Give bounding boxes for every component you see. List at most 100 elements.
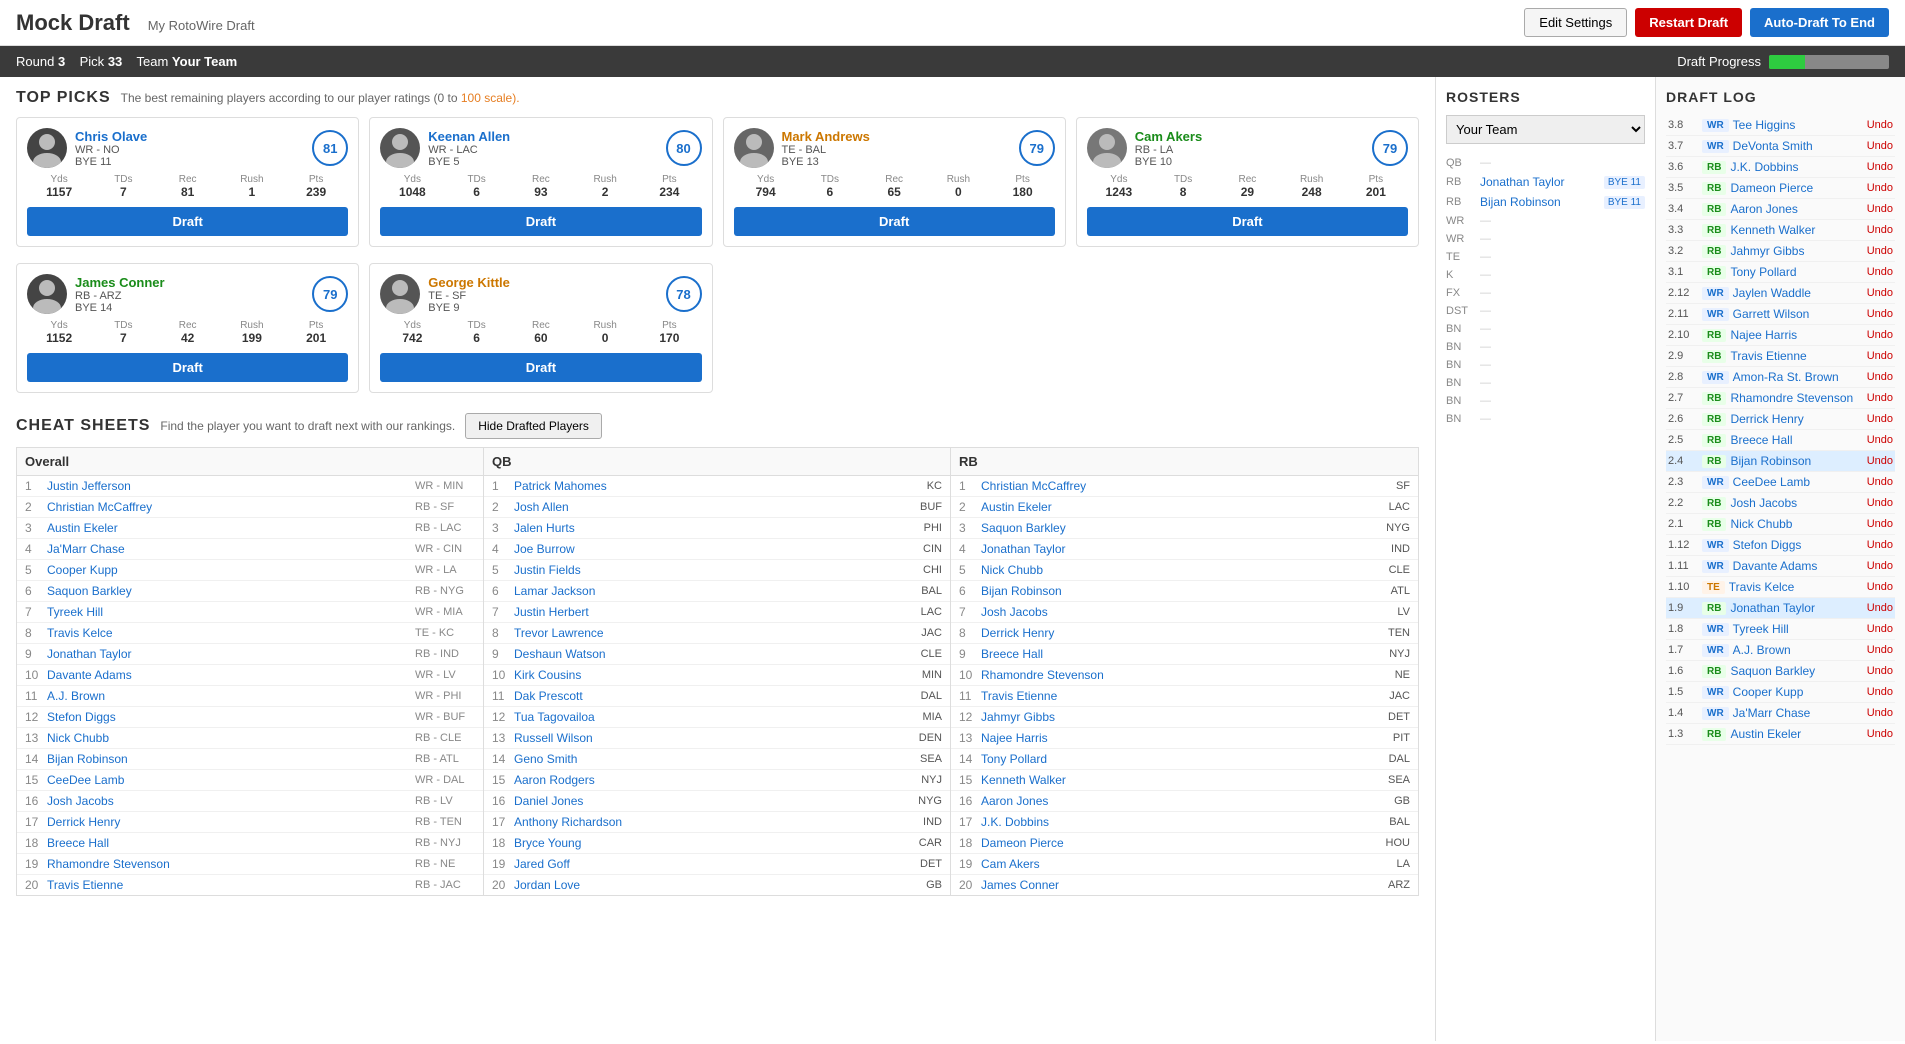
cheat-player-name[interactable]: Derrick Henry [47, 815, 415, 829]
draft-button[interactable]: Draft [27, 207, 348, 236]
restart-draft-button[interactable]: Restart Draft [1635, 8, 1742, 37]
team-select[interactable]: Your Team [1446, 115, 1645, 144]
cheat-player-name[interactable]: Josh Jacobs [981, 605, 1360, 619]
cheat-player-name[interactable]: Dak Prescott [514, 689, 892, 703]
cheat-player-name[interactable]: Bryce Young [514, 836, 892, 850]
undo-button[interactable]: Undo [1867, 581, 1893, 593]
cheat-player-name[interactable]: Bijan Robinson [47, 752, 415, 766]
undo-button[interactable]: Undo [1867, 308, 1893, 320]
cheat-player-name[interactable]: Saquon Barkley [47, 584, 415, 598]
cheat-player-name[interactable]: J.K. Dobbins [981, 815, 1360, 829]
undo-button[interactable]: Undo [1867, 497, 1893, 509]
cheat-player-name[interactable]: Jared Goff [514, 857, 892, 871]
cheat-player-name[interactable]: Breece Hall [981, 647, 1360, 661]
cheat-player-name[interactable]: Cooper Kupp [47, 563, 415, 577]
cheat-player-name[interactable]: Stefon Diggs [47, 710, 415, 724]
cheat-player-name[interactable]: Travis Etienne [47, 878, 415, 892]
cheat-player-name[interactable]: Justin Jefferson [47, 479, 415, 493]
cheat-player-name[interactable]: Nick Chubb [47, 731, 415, 745]
draft-button[interactable]: Draft [380, 207, 701, 236]
draft-button[interactable]: Draft [734, 207, 1055, 236]
cheat-player-name[interactable]: Jonathan Taylor [47, 647, 415, 661]
draft-button[interactable]: Draft [27, 353, 348, 382]
cheat-player-name[interactable]: Cam Akers [981, 857, 1360, 871]
cheat-player-name[interactable]: Jalen Hurts [514, 521, 892, 535]
undo-button[interactable]: Undo [1867, 350, 1893, 362]
undo-button[interactable]: Undo [1867, 329, 1893, 341]
cheat-player-name[interactable]: Breece Hall [47, 836, 415, 850]
draft-button[interactable]: Draft [380, 353, 701, 382]
autodraft-button[interactable]: Auto-Draft To End [1750, 8, 1889, 37]
cheat-player-name[interactable]: Deshaun Watson [514, 647, 892, 661]
cheat-player-name[interactable]: CeeDee Lamb [47, 773, 415, 787]
cheat-player-name[interactable]: Jordan Love [514, 878, 892, 892]
cheat-player-name[interactable]: Saquon Barkley [981, 521, 1360, 535]
undo-button[interactable]: Undo [1867, 623, 1893, 635]
undo-button[interactable]: Undo [1867, 203, 1893, 215]
cheat-player-name[interactable]: James Conner [981, 878, 1360, 892]
undo-button[interactable]: Undo [1867, 518, 1893, 530]
cheat-player-name[interactable]: Tyreek Hill [47, 605, 415, 619]
undo-button[interactable]: Undo [1867, 287, 1893, 299]
cheat-player-name[interactable]: Geno Smith [514, 752, 892, 766]
cheat-player-name[interactable]: Austin Ekeler [47, 521, 415, 535]
undo-button[interactable]: Undo [1867, 371, 1893, 383]
cheat-player-name[interactable]: A.J. Brown [47, 689, 415, 703]
undo-button[interactable]: Undo [1867, 224, 1893, 236]
cheat-player-name[interactable]: Patrick Mahomes [514, 479, 892, 493]
cheat-player-name[interactable]: Jonathan Taylor [981, 542, 1360, 556]
cheat-player-name[interactable]: Lamar Jackson [514, 584, 892, 598]
cheat-player-name[interactable]: Tua Tagovailoa [514, 710, 892, 724]
cheat-player-name[interactable]: Derrick Henry [981, 626, 1360, 640]
cheat-player-name[interactable]: Trevor Lawrence [514, 626, 892, 640]
cheat-player-name[interactable]: Bijan Robinson [981, 584, 1360, 598]
cheat-player-name[interactable]: Ja'Marr Chase [47, 542, 415, 556]
cheat-player-name[interactable]: Travis Kelce [47, 626, 415, 640]
undo-button[interactable]: Undo [1867, 707, 1893, 719]
cheat-player-name[interactable]: Joe Burrow [514, 542, 892, 556]
cheat-player-name[interactable]: Aaron Jones [981, 794, 1360, 808]
undo-button[interactable]: Undo [1867, 665, 1893, 677]
cheat-player-name[interactable]: Josh Allen [514, 500, 892, 514]
undo-button[interactable]: Undo [1867, 140, 1893, 152]
cheat-player-name[interactable]: Aaron Rodgers [514, 773, 892, 787]
cheat-player-name[interactable]: Justin Herbert [514, 605, 892, 619]
undo-button[interactable]: Undo [1867, 539, 1893, 551]
undo-button[interactable]: Undo [1867, 182, 1893, 194]
undo-button[interactable]: Undo [1867, 413, 1893, 425]
undo-button[interactable]: Undo [1867, 455, 1893, 467]
cheat-player-name[interactable]: Travis Etienne [981, 689, 1360, 703]
hide-drafted-button[interactable]: Hide Drafted Players [465, 413, 602, 439]
cheat-player-name[interactable]: Anthony Richardson [514, 815, 892, 829]
undo-button[interactable]: Undo [1867, 119, 1893, 131]
cheat-player-name[interactable]: Kenneth Walker [981, 773, 1360, 787]
undo-button[interactable]: Undo [1867, 476, 1893, 488]
undo-button[interactable]: Undo [1867, 560, 1893, 572]
cheat-player-name[interactable]: Kirk Cousins [514, 668, 892, 682]
cheat-player-name[interactable]: Davante Adams [47, 668, 415, 682]
undo-button[interactable]: Undo [1867, 686, 1893, 698]
cheat-player-name[interactable]: Russell Wilson [514, 731, 892, 745]
cheat-player-name[interactable]: Rhamondre Stevenson [47, 857, 415, 871]
undo-button[interactable]: Undo [1867, 392, 1893, 404]
edit-settings-button[interactable]: Edit Settings [1524, 8, 1627, 37]
cheat-player-name[interactable]: Austin Ekeler [981, 500, 1360, 514]
cheat-player-name[interactable]: Rhamondre Stevenson [981, 668, 1360, 682]
cheat-player-name[interactable]: Josh Jacobs [47, 794, 415, 808]
undo-button[interactable]: Undo [1867, 602, 1893, 614]
cheat-player-name[interactable]: Dameon Pierce [981, 836, 1360, 850]
undo-button[interactable]: Undo [1867, 728, 1893, 740]
undo-button[interactable]: Undo [1867, 434, 1893, 446]
cheat-player-name[interactable]: Tony Pollard [981, 752, 1360, 766]
roster-player-name[interactable]: Jonathan Taylor [1480, 175, 1598, 189]
cheat-player-name[interactable]: Nick Chubb [981, 563, 1360, 577]
cheat-player-name[interactable]: Jahmyr Gibbs [981, 710, 1360, 724]
undo-button[interactable]: Undo [1867, 245, 1893, 257]
undo-button[interactable]: Undo [1867, 644, 1893, 656]
cheat-player-name[interactable]: Justin Fields [514, 563, 892, 577]
undo-button[interactable]: Undo [1867, 266, 1893, 278]
undo-button[interactable]: Undo [1867, 161, 1893, 173]
cheat-player-name[interactable]: Daniel Jones [514, 794, 892, 808]
cheat-player-name[interactable]: Najee Harris [981, 731, 1360, 745]
draft-button[interactable]: Draft [1087, 207, 1408, 236]
